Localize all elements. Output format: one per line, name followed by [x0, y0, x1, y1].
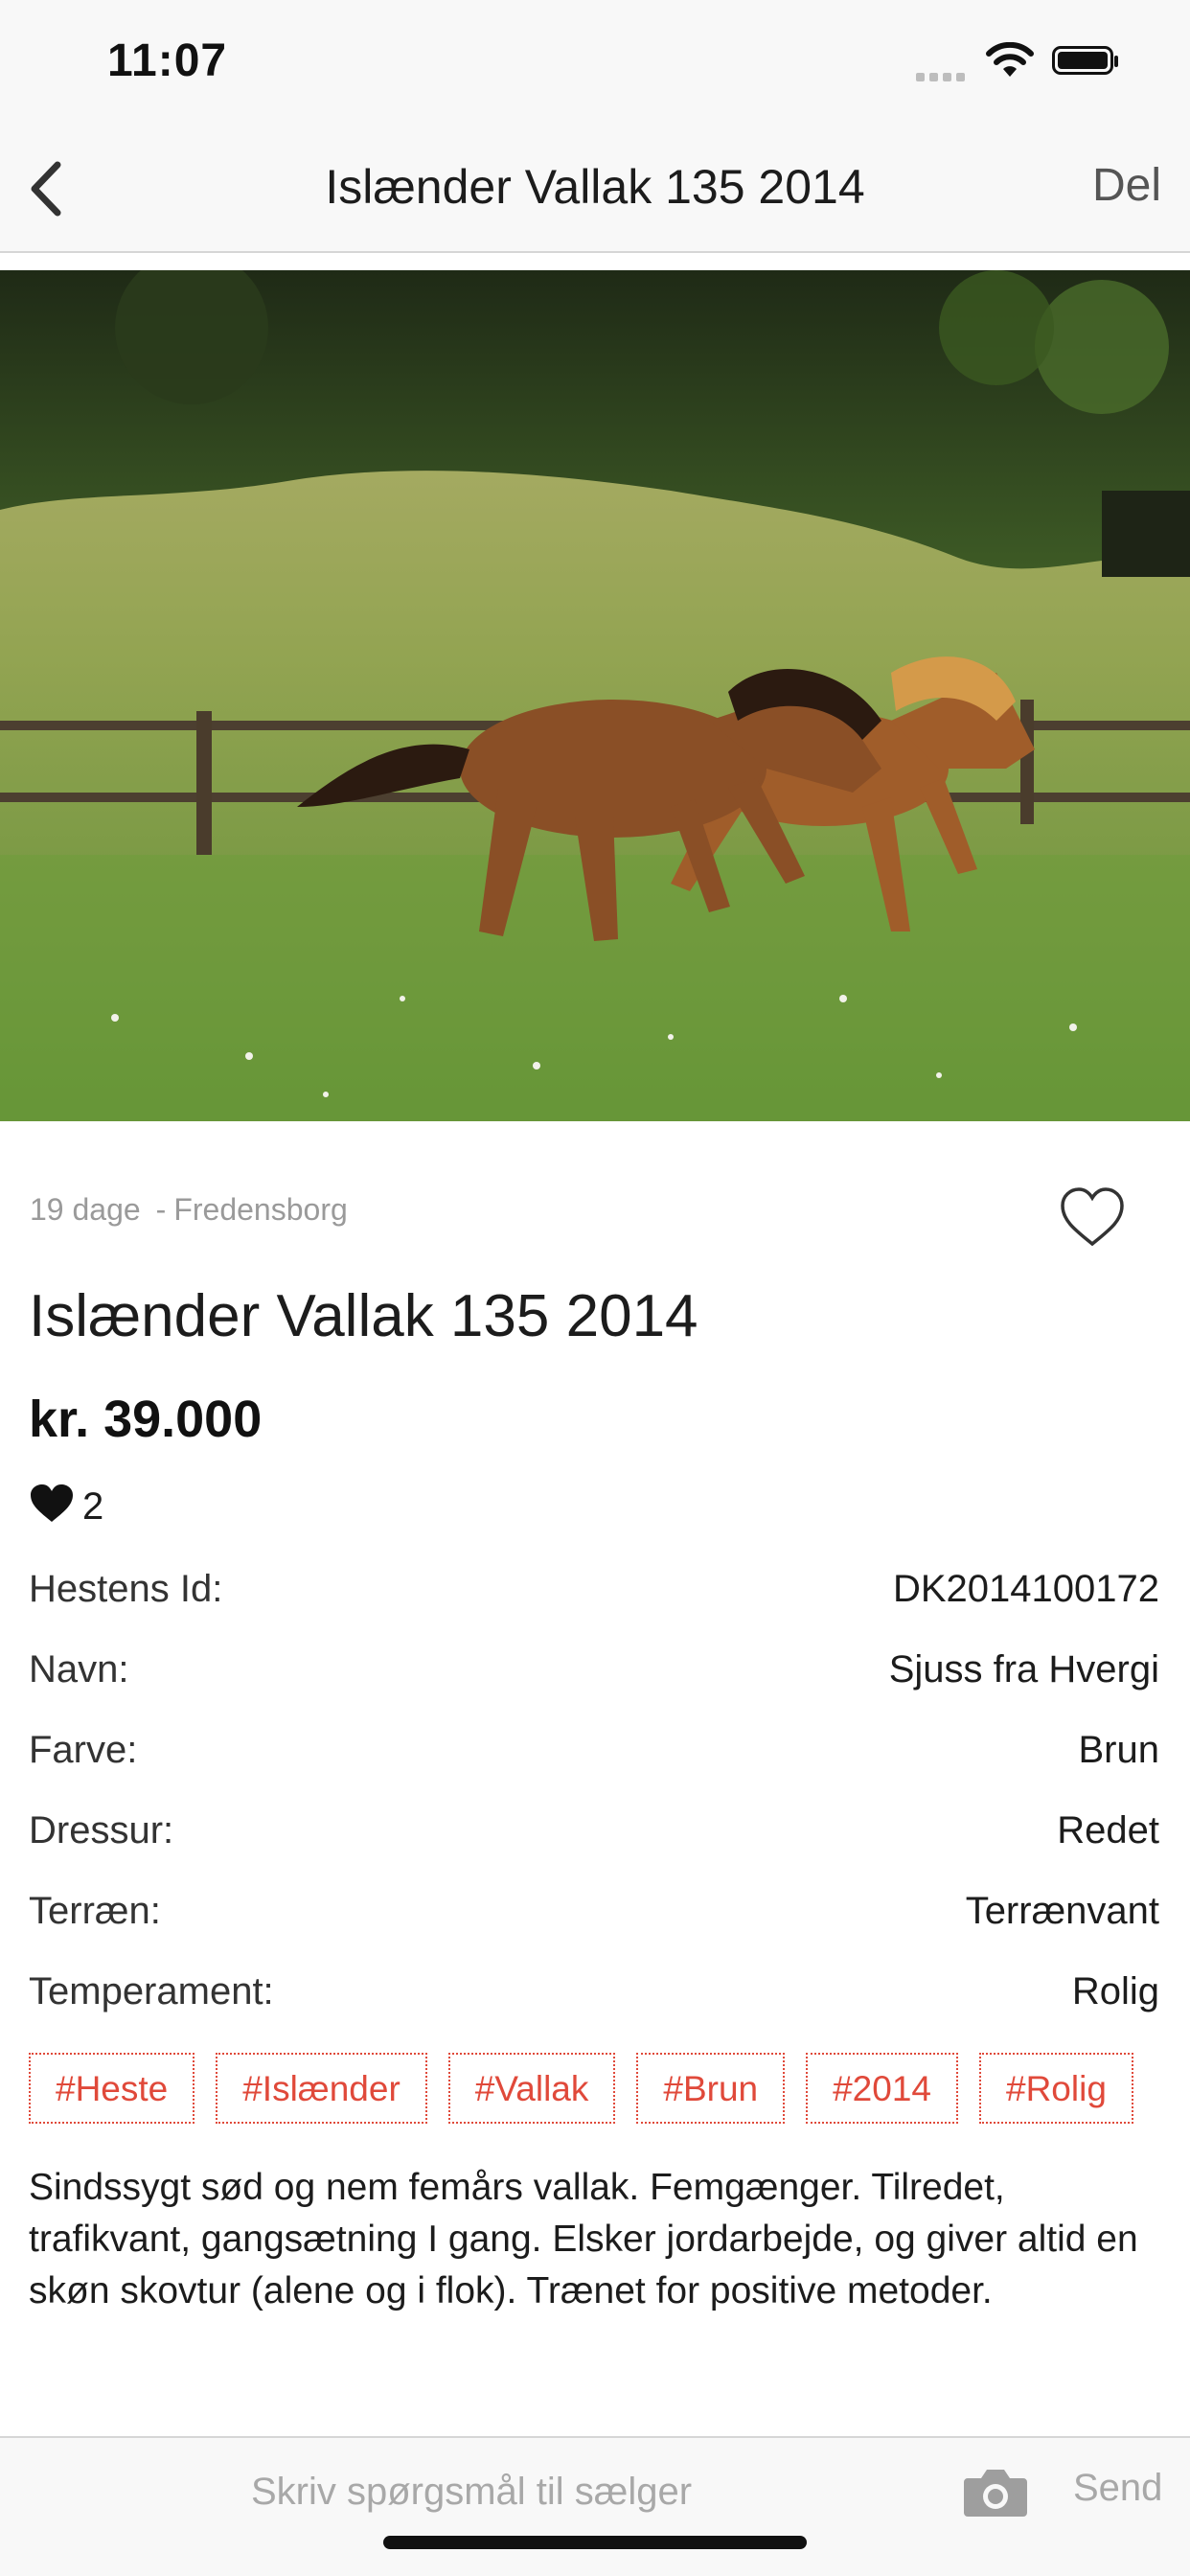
- favorite-button[interactable]: [1057, 1184, 1128, 1250]
- listing-location: Fredensborg: [173, 1192, 348, 1227]
- battery-icon: [1052, 46, 1118, 75]
- tag-brun[interactable]: #Brun: [636, 2053, 786, 2124]
- spec-row-name: Navn: Sjuss fra Hvergi: [29, 1641, 1159, 1721]
- tag-heste[interactable]: #Heste: [29, 2053, 195, 2124]
- spec-label: Terræn:: [29, 1890, 161, 1932]
- send-button[interactable]: Send: [1073, 2467, 1162, 2510]
- home-indicator: [383, 2536, 807, 2549]
- location-separator: -: [155, 1192, 167, 1227]
- heart-filled-icon: [31, 1484, 73, 1522]
- spec-label: Hestens Id:: [29, 1568, 223, 1610]
- question-compose-bar: Send: [0, 2436, 1190, 2576]
- horse-photo-image: [0, 270, 1190, 1121]
- spec-value: Sjuss fra Hvergi: [888, 1648, 1159, 1690]
- tag-islaender[interactable]: #Islænder: [216, 2053, 427, 2124]
- camera-icon: [964, 2470, 1027, 2517]
- tag-vallak[interactable]: #Vallak: [447, 2053, 616, 2124]
- listing-photo[interactable]: [0, 270, 1190, 1121]
- navigation-bar: Islænder Vallak 135 2014 Del: [0, 125, 1190, 253]
- spec-row-temperament: Temperament: Rolig: [29, 1963, 1159, 2043]
- camera-button[interactable]: [962, 2465, 1029, 2518]
- spec-value: DK2014100172: [892, 1568, 1159, 1610]
- listing-description: Sindssygt sød og nem femårs vallak. Femg…: [29, 2167, 1138, 2312]
- question-input[interactable]: [57, 2457, 885, 2526]
- status-time: 11:07: [107, 35, 228, 86]
- spec-value: Brun: [1078, 1729, 1160, 1771]
- tag-list: #Heste #Islænder #Vallak #Brun #2014 #Rolig: [29, 2053, 1159, 2128]
- spec-row-color: Farve: Brun: [29, 1721, 1159, 1802]
- tag-2014[interactable]: #2014: [806, 2053, 958, 2124]
- spec-label: Navn:: [29, 1648, 129, 1690]
- spec-value: Rolig: [1071, 1970, 1159, 2012]
- signal-dots-icon: [916, 69, 970, 86]
- listing-age: 19 dage: [30, 1192, 141, 1227]
- spec-row-terrain: Terræn: Terrænvant: [29, 1882, 1159, 1963]
- wifi-icon: [985, 41, 1035, 83]
- status-bar: 11:07: [0, 0, 1190, 125]
- likes-count: 2: [82, 1485, 104, 1528]
- spec-row-dressage: Dressur: Redet: [29, 1802, 1159, 1882]
- spec-label: Farve:: [29, 1729, 138, 1771]
- listing-title: Islænder Vallak 135 2014: [29, 1283, 698, 1349]
- specs-list: Hestens Id: DK2014100172 Navn: Sjuss fra…: [29, 1560, 1159, 2043]
- listing-price: kr. 39.000: [29, 1391, 263, 1448]
- listing-meta: 19 dage - Fredensborg: [30, 1192, 348, 1228]
- tag-rolig[interactable]: #Rolig: [979, 2053, 1133, 2124]
- heart-outline-icon: [1061, 1187, 1124, 1247]
- spec-label: Temperament:: [29, 1970, 274, 2012]
- spec-value: Redet: [1057, 1809, 1159, 1852]
- spec-row-horse-id: Hestens Id: DK2014100172: [29, 1560, 1159, 1641]
- spec-value: Terrænvant: [965, 1890, 1159, 1932]
- share-button[interactable]: Del: [1092, 159, 1161, 212]
- spec-label: Dressur:: [29, 1809, 174, 1852]
- nav-title: Islænder Vallak 135 2014: [325, 160, 865, 214]
